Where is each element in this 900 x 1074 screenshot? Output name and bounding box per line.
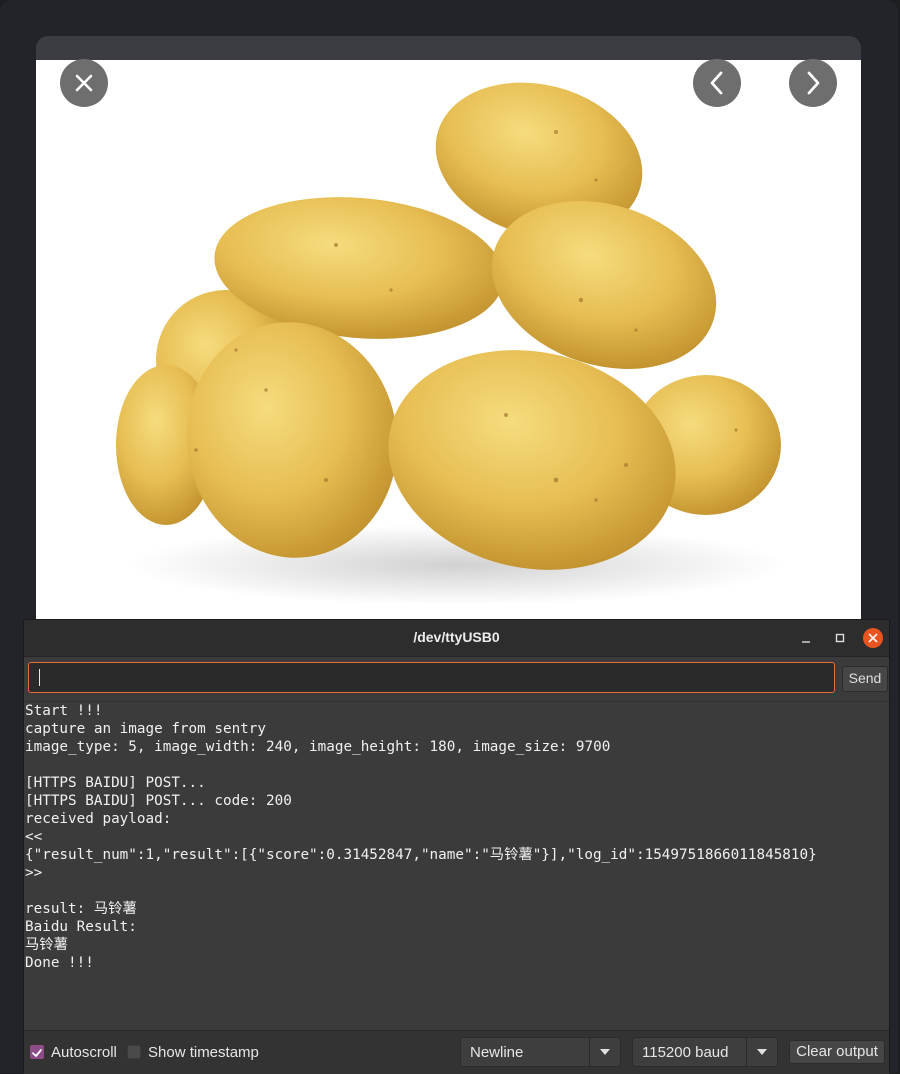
text-caret	[39, 669, 40, 686]
output-line: image_type: 5, image_width: 240, image_h…	[25, 739, 611, 755]
baud-rate-dropdown-arrow[interactable]	[746, 1038, 777, 1066]
output-line: Done !!!	[25, 955, 94, 971]
serial-monitor-window: /dev/ttyUSB0 Send Start !!! capture an im…	[23, 619, 890, 1074]
output-line: [HTTPS BAIDU] POST...	[25, 775, 206, 791]
potato-illustration	[116, 82, 786, 605]
baud-rate-select[interactable]: 115200 baud	[632, 1037, 778, 1067]
show-timestamp-checkbox[interactable]	[127, 1045, 141, 1059]
show-timestamp-label: Show timestamp	[148, 1044, 259, 1061]
output-line: Baidu Result:	[25, 919, 137, 935]
minimize-icon	[802, 641, 810, 643]
output-line: >>	[25, 865, 43, 881]
output-line: Start !!!	[25, 703, 103, 719]
close-button[interactable]	[60, 59, 108, 107]
serial-footer: Autoscroll Show timestamp Newline 115200…	[24, 1030, 889, 1074]
output-line: capture an image from sentry	[25, 721, 267, 737]
serial-output[interactable]: Start !!! capture an image from sentry ima…	[24, 701, 889, 1031]
send-input[interactable]	[28, 662, 835, 693]
autoscroll-checkbox[interactable]	[30, 1045, 44, 1059]
line-ending-value: Newline	[470, 1044, 524, 1061]
chevron-right-icon	[807, 71, 820, 95]
window-title: /dev/ttyUSB0	[413, 629, 500, 645]
clear-output-button[interactable]: Clear output	[789, 1040, 885, 1064]
autoscroll-label: Autoscroll	[51, 1044, 117, 1061]
previous-image-button[interactable]	[693, 59, 741, 107]
next-image-button[interactable]	[789, 59, 837, 107]
chevron-down-icon	[757, 1049, 767, 1055]
line-ending-dropdown-arrow[interactable]	[589, 1038, 620, 1066]
viewer-top-bar	[36, 36, 861, 60]
close-icon	[75, 74, 93, 92]
send-button[interactable]: Send	[842, 666, 888, 692]
line-ending-select[interactable]: Newline	[460, 1037, 621, 1067]
output-line: received payload:	[25, 811, 172, 827]
close-icon	[868, 633, 878, 643]
output-line: [HTTPS BAIDU] POST... code: 200	[25, 793, 292, 809]
maximize-button[interactable]	[830, 628, 850, 648]
chevron-left-icon	[710, 71, 723, 95]
window-titlebar[interactable]: /dev/ttyUSB0	[24, 620, 889, 657]
chevron-down-icon	[600, 1049, 610, 1055]
checkmark-icon	[32, 1049, 42, 1057]
window-close-button[interactable]	[863, 628, 883, 648]
potato-photo	[36, 60, 861, 620]
send-row: Send	[24, 657, 889, 701]
baud-rate-value: 115200 baud	[642, 1044, 729, 1061]
output-line: <<	[25, 829, 43, 845]
output-line: 马铃薯	[25, 937, 68, 953]
output-line: result: 马铃薯	[25, 901, 137, 917]
output-line: {"result_num":1,"result":[{"score":0.314…	[25, 847, 817, 863]
maximize-icon	[835, 633, 845, 643]
minimize-button[interactable]	[796, 628, 816, 648]
